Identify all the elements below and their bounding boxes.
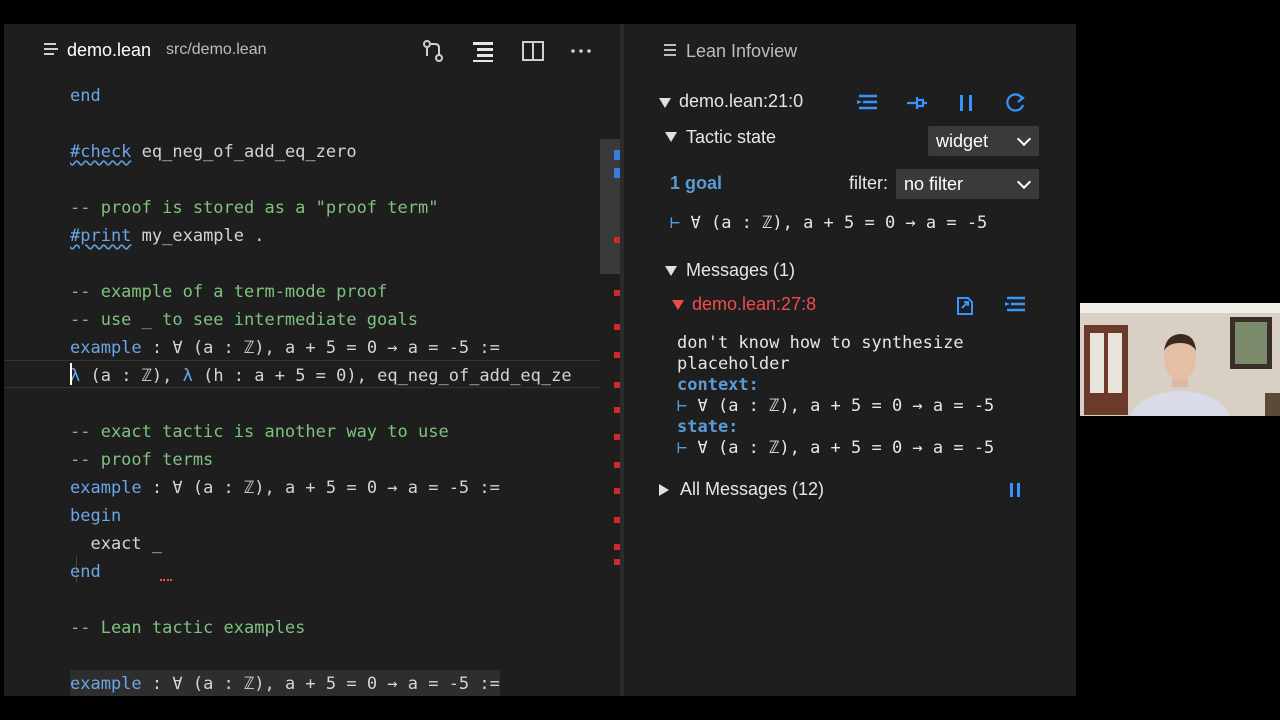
reveal-message-icon[interactable]: [1003, 292, 1029, 318]
webcam-overlay: [1080, 303, 1280, 416]
refresh-icon[interactable]: [1002, 90, 1028, 116]
code-line: example : ∀ (a : ℤ), a + 5 = 0 → a = -5 …: [70, 478, 500, 498]
display-mode-value: widget: [936, 131, 989, 151]
error-squiggle: [160, 575, 172, 581]
editor-tab-bar: demo.lean src/demo.lean: [4, 24, 620, 78]
cursor-position-label[interactable]: demo.lean:21:0: [679, 91, 803, 112]
code-line: example : ∀ (a : ℤ), a + 5 = 0 → a = -5 …: [70, 338, 500, 358]
comment-line: -- use _ to see intermediate goals: [70, 310, 418, 330]
all-messages-heading[interactable]: All Messages (12): [680, 479, 824, 500]
editor-tab-filename[interactable]: demo.lean: [67, 40, 151, 61]
more-actions-icon[interactable]: [568, 38, 594, 64]
error-message-line: don't know how to synthesize: [677, 333, 964, 353]
pin-icon[interactable]: [903, 90, 929, 116]
pause-icon[interactable]: [1002, 477, 1028, 503]
source-control-icon[interactable]: [420, 38, 446, 64]
comment-line: -- exact tactic is another way to use: [70, 422, 449, 442]
code-line: begin: [70, 506, 122, 526]
reveal-file-icon[interactable]: [855, 90, 881, 116]
code-line: exact _: [70, 534, 163, 554]
collapse-triangle-icon[interactable]: [672, 300, 684, 310]
tactic-state-heading[interactable]: Tactic state: [686, 127, 776, 148]
pause-icon[interactable]: [953, 90, 979, 116]
comment-line: -- proof terms: [70, 450, 214, 470]
error-message-line: placeholder: [677, 354, 790, 374]
file-menu-icon: [44, 43, 58, 57]
display-mode-select[interactable]: widget: [928, 126, 1039, 156]
code-line: #print my_example .: [70, 226, 265, 246]
comment-line: -- proof is stored as a "proof term": [70, 198, 439, 218]
message-location-link[interactable]: demo.lean:27:8: [692, 294, 816, 315]
presenter-video: [1080, 303, 1280, 416]
code-line: end: [70, 86, 101, 106]
state-label: state:: [677, 417, 739, 437]
comment-line: -- Lean tactic examples: [70, 618, 306, 638]
code-editor[interactable]: demo.lean src/demo.lean end #check eq_ne…: [4, 24, 620, 696]
code-line: end: [70, 562, 101, 582]
infoview-title: Lean Infoview: [686, 41, 798, 61]
chevron-down-icon: [1016, 174, 1032, 190]
chevron-down-icon: [1016, 131, 1032, 147]
filter-value: no filter: [904, 174, 964, 194]
collapse-triangle-icon[interactable]: [659, 98, 671, 108]
split-editor-icon[interactable]: [520, 38, 546, 64]
copy-to-comment-icon[interactable]: [952, 292, 978, 318]
lean-infoview: Lean Infoview demo.lean:21:0 Tactic stat…: [624, 24, 1076, 696]
outline-icon[interactable]: [470, 38, 496, 64]
collapse-triangle-icon[interactable]: [665, 266, 677, 276]
editor-tab-path: src/demo.lean: [166, 41, 267, 58]
code-area[interactable]: end #check eq_neg_of_add_eq_zero -- proo…: [4, 78, 620, 696]
filter-label: filter:: [849, 173, 889, 193]
comment-line: -- example of a term-mode proof: [70, 282, 388, 302]
goal-count: 1 goal: [670, 173, 723, 193]
context-goal: ⊢ ∀ (a : ℤ), a + 5 = 0 → a = -5: [677, 396, 995, 416]
messages-heading[interactable]: Messages (1): [686, 260, 795, 281]
code-line: #check eq_neg_of_add_eq_zero: [70, 142, 357, 162]
collapse-triangle-icon[interactable]: [665, 132, 677, 142]
goal-filter-select[interactable]: no filter: [896, 169, 1039, 199]
goal-hypothesis: ⊢ ∀ (a : ℤ), a + 5 = 0 → a = -5: [670, 213, 988, 233]
expand-triangle-icon[interactable]: [659, 484, 669, 496]
state-goal: ⊢ ∀ (a : ℤ), a + 5 = 0 → a = -5: [677, 438, 995, 458]
code-line: example : ∀ (a : ℤ), a + 5 = 0 → a = -5 …: [70, 670, 500, 696]
code-line-current: λ (a : ℤ), λ (h : a + 5 = 0), eq_neg_of_…: [70, 366, 572, 386]
text-cursor: [70, 363, 72, 385]
context-label: context:: [677, 375, 759, 395]
infoview-menu-icon: [664, 44, 676, 56]
